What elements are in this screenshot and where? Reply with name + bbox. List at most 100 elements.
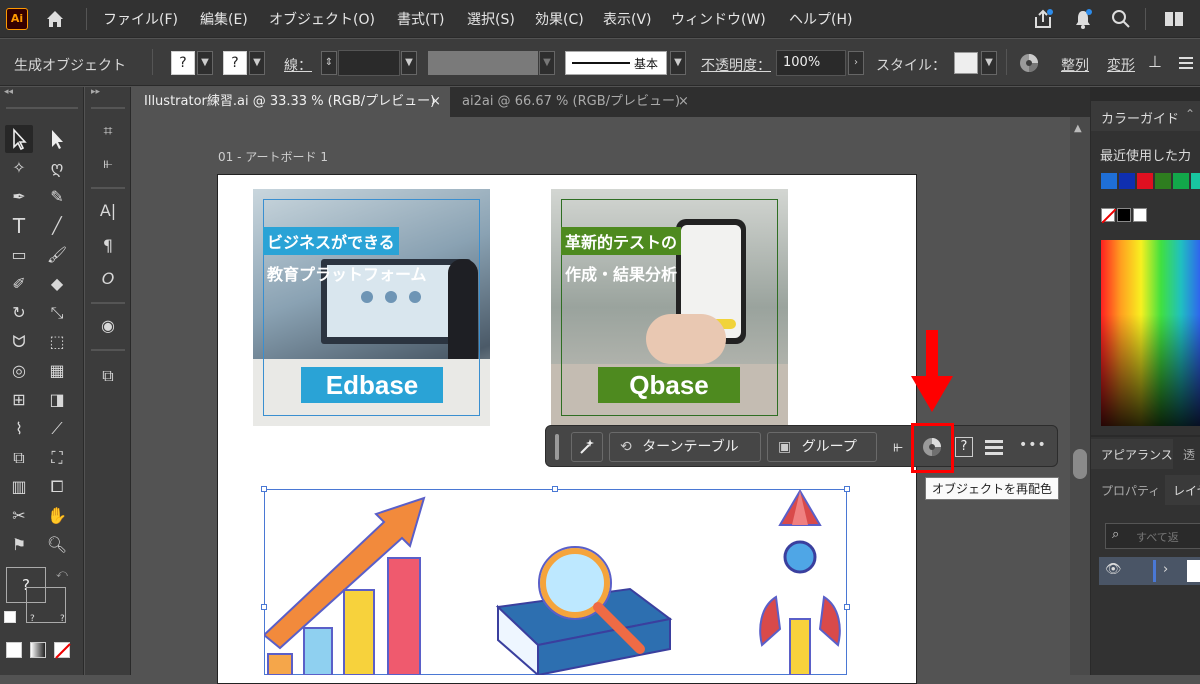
direct-selection-tool-icon[interactable] xyxy=(43,125,71,153)
swatch[interactable] xyxy=(1119,173,1135,189)
layers-tab[interactable]: レイヤ xyxy=(1165,475,1200,505)
properties-tab[interactable]: プロパティ xyxy=(1091,475,1161,505)
more-options-icon[interactable]: ••• xyxy=(1019,437,1047,453)
opentype-icon[interactable]: O xyxy=(94,265,122,293)
layer-row[interactable]: 👁︎ › xyxy=(1099,557,1200,585)
type-tool-icon[interactable]: T xyxy=(5,212,33,240)
menu-view[interactable]: 表示(V) xyxy=(603,9,652,29)
lasso-tool-icon[interactable]: ღ xyxy=(43,154,71,182)
hand-tool-icon[interactable]: ✋ xyxy=(43,502,71,530)
swatch[interactable] xyxy=(1155,173,1171,189)
free-transform-tool-icon[interactable]: ⬚ xyxy=(43,328,71,356)
default-colors-icon[interactable] xyxy=(4,611,16,623)
style-swatch[interactable] xyxy=(954,52,978,74)
style-dropdown[interactable]: ▼ xyxy=(981,51,997,75)
drag-handle[interactable] xyxy=(555,434,559,460)
stroke-swatch[interactable]: ? xyxy=(223,51,247,75)
rotate-tool-icon[interactable]: ↻ xyxy=(5,299,33,327)
blend-tool-icon[interactable]: ⧉ xyxy=(5,444,33,472)
column-graph-tool-icon[interactable]: ▥ xyxy=(5,473,33,501)
zoom-tool-icon[interactable]: 🔍︎ xyxy=(43,531,71,559)
recolor-icon[interactable] xyxy=(1018,52,1040,74)
paintbrush-tool-icon[interactable]: 🖌 xyxy=(43,241,71,269)
stroke-weight-stepper[interactable]: ⇕ xyxy=(321,51,337,75)
brush-dropdown[interactable]: ▼ xyxy=(670,51,686,75)
color-mode-icon[interactable] xyxy=(6,642,22,658)
menu-edit[interactable]: 編集(E) xyxy=(200,9,248,29)
variable-width-field[interactable] xyxy=(428,51,538,75)
character-icon[interactable]: A| xyxy=(94,197,122,225)
fill-dropdown[interactable]: ▼ xyxy=(197,51,213,75)
opacity-label[interactable]: 不透明度： xyxy=(701,55,771,75)
expand-chevron-icon[interactable]: › xyxy=(1163,562,1168,577)
menu-select[interactable]: 選択(S) xyxy=(467,9,515,29)
transform-link[interactable]: 変形 xyxy=(1107,55,1135,75)
menu-object[interactable]: オブジェクト(O) xyxy=(269,9,375,29)
home-icon[interactable] xyxy=(44,8,66,30)
hamburger-icon[interactable] xyxy=(983,436,1005,458)
paragraph-icon[interactable]: ¶ xyxy=(94,232,122,260)
shape-builder-tool-icon[interactable]: ◎ xyxy=(5,357,33,385)
bell-icon[interactable] xyxy=(1072,8,1094,30)
generative-icon-button[interactable] xyxy=(571,432,603,462)
share-icon[interactable] xyxy=(1032,8,1054,30)
gradient-tool-icon[interactable]: ◨ xyxy=(43,386,71,414)
measure-tool-icon[interactable]: ⟋ xyxy=(43,415,71,443)
mesh-tool-icon[interactable]: ⊞ xyxy=(5,386,33,414)
color-spectrum[interactable] xyxy=(1101,240,1200,426)
fill-stroke-widget[interactable]: ? ⤺ ? ? xyxy=(4,567,80,627)
puppet-warp-tool-icon[interactable]: ⚑ xyxy=(5,531,33,559)
appearance-icon[interactable]: ◉ xyxy=(94,312,122,340)
stroke-weight-input[interactable] xyxy=(338,50,400,76)
artboard-tool-icon[interactable]: ⧠ xyxy=(43,473,71,501)
collapse-icon[interactable]: ◂◂ xyxy=(4,87,13,97)
fill-swatch[interactable]: ? xyxy=(171,51,195,75)
brush-definition-field[interactable]: 基本 xyxy=(565,51,667,75)
perspective-grid-tool-icon[interactable]: ▦ xyxy=(43,357,71,385)
swatch[interactable] xyxy=(1173,173,1189,189)
scale-tool-icon[interactable]: ⤡ xyxy=(43,299,71,327)
menu-hamburger-icon[interactable] xyxy=(1176,52,1196,74)
curvature-tool-icon[interactable]: ✎ xyxy=(43,183,71,211)
scroll-up-icon[interactable]: ▲ xyxy=(1074,123,1082,134)
scroll-thumb[interactable] xyxy=(1073,449,1087,479)
align-left-icon[interactable]: ⫦ xyxy=(94,149,122,177)
help-button[interactable]: ? xyxy=(955,437,973,457)
magic-wand-tool-icon[interactable]: ✧ xyxy=(5,154,33,182)
stroke-dropdown[interactable]: ▼ xyxy=(249,51,265,75)
white-swatch[interactable] xyxy=(1133,208,1147,222)
swap-fill-stroke-icon[interactable]: ⤺ xyxy=(56,567,68,581)
warp-tool-icon[interactable]: ᗢ xyxy=(5,328,33,356)
close-icon[interactable]: × xyxy=(430,87,441,117)
menu-file[interactable]: ファイル(F) xyxy=(103,9,178,29)
align-link[interactable]: 整列 xyxy=(1061,55,1089,75)
collapse-icon-2[interactable]: ▸▸ xyxy=(91,87,100,97)
menu-type[interactable]: 書式(T) xyxy=(397,9,444,29)
color-guide-tab[interactable]: カラーガイド ⌃ xyxy=(1091,101,1200,131)
opacity-dropdown[interactable]: › xyxy=(848,51,864,75)
align-icon[interactable]: ⫦ xyxy=(887,436,909,458)
tab-illustrator-practice[interactable]: Illustrator練習.ai @ 33.33 % (RGB/プレビュー) × xyxy=(132,87,450,117)
recent-swatches[interactable] xyxy=(1101,173,1200,189)
group-button[interactable]: ▣ グループ xyxy=(767,432,877,462)
symbol-sprayer-tool-icon[interactable]: ⛶ xyxy=(43,444,71,472)
shaper-tool-icon[interactable]: ✐ xyxy=(5,270,33,298)
turntable-button[interactable]: ⟲ ターンテーブル xyxy=(609,432,761,462)
line-tool-icon[interactable]: ╱ xyxy=(43,212,71,240)
transparency-icon[interactable]: ⧉ xyxy=(94,362,122,390)
appearance-tab[interactable]: アピアランス xyxy=(1091,439,1173,469)
pen-tool-icon[interactable]: ✒ xyxy=(5,183,33,211)
none-swatch[interactable] xyxy=(1101,208,1116,223)
qbase-card[interactable]: 革新的テストの 作成・結果分析 Qbase xyxy=(551,189,788,426)
selection-tool-icon[interactable] xyxy=(5,125,33,153)
edbase-card[interactable]: ビジネスができる 教育プラットフォーム Edbase xyxy=(253,189,490,426)
visibility-eye-icon[interactable]: 👁︎ xyxy=(1105,562,1122,577)
black-swatch[interactable] xyxy=(1117,208,1131,222)
eyedropper-tool-icon[interactable]: ⌇ xyxy=(5,415,33,443)
pin-icon[interactable]: ⊥ xyxy=(1148,52,1170,74)
tab-ai2ai[interactable]: ai2ai @ 66.67 % (RGB/プレビュー) × xyxy=(450,87,690,117)
gradient-mode-icon[interactable] xyxy=(30,642,46,658)
vertical-scrollbar[interactable]: ▲ xyxy=(1070,117,1090,675)
selection-handle[interactable] xyxy=(552,486,558,492)
swatch[interactable] xyxy=(1191,173,1200,189)
